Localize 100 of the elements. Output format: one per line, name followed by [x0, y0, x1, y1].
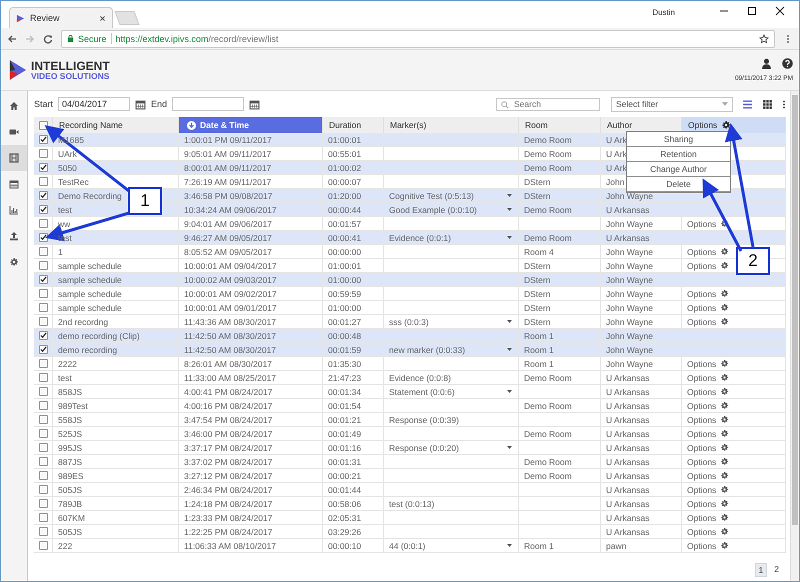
settings-icon[interactable]: [721, 120, 732, 130]
table-row[interactable]: sample schedule 10:00:01 AM 09/02/2017 00:59:59 DStern John Wayne Options: [34, 287, 786, 301]
browser-tab[interactable]: Review: [9, 7, 113, 28]
row-checkbox[interactable]: [38, 163, 48, 172]
star-icon[interactable]: [759, 34, 769, 44]
options-button[interactable]: Options: [687, 484, 730, 494]
select-all-checkbox[interactable]: [38, 120, 48, 130]
table-row[interactable]: 558JS 3:47:54 PM 08/24/2017 00:01:21 Response (0:0:39) U Arkansas Options: [34, 413, 786, 427]
close-icon[interactable]: [99, 14, 106, 22]
caret-icon[interactable]: [507, 194, 512, 197]
options-button[interactable]: Options: [687, 540, 730, 550]
menu-item[interactable]: Retention: [627, 147, 730, 162]
options-button[interactable]: Options: [687, 260, 730, 270]
maximize-icon[interactable]: [747, 6, 757, 16]
options-button[interactable]: Options: [687, 218, 730, 228]
row-checkbox[interactable]: [38, 275, 48, 284]
calendar-icon[interactable]: [249, 98, 260, 110]
row-checkbox[interactable]: [38, 177, 48, 186]
menu-item[interactable]: Change Author: [627, 162, 730, 177]
table-row[interactable]: demo recording (Clip) 11:42:50 AM 08/30/2017 00:00:48 Room 1 John Wayne: [34, 329, 786, 343]
menu-item[interactable]: Sharing: [627, 132, 730, 147]
row-checkbox[interactable]: [38, 541, 48, 550]
options-button[interactable]: Options: [687, 400, 730, 410]
column-header[interactable]: Date & Time: [179, 117, 323, 133]
profile-name[interactable]: Dustin: [652, 8, 675, 17]
table-row[interactable]: sample schedule 10:00:01 AM 09/01/2017 01:00:00 DStern John Wayne Options: [34, 301, 786, 315]
caret-icon[interactable]: [507, 544, 512, 547]
row-checkbox[interactable]: [38, 303, 48, 312]
options-button[interactable]: Options: [687, 526, 730, 536]
reload-icon[interactable]: [43, 34, 53, 44]
options-button[interactable]: Options: [687, 498, 730, 508]
options-button[interactable]: Options: [687, 302, 730, 312]
row-checkbox[interactable]: [38, 233, 48, 242]
options-button[interactable]: Options: [687, 470, 730, 480]
page-button[interactable]: 2: [771, 563, 782, 577]
end-date-field[interactable]: [172, 97, 244, 111]
row-checkbox[interactable]: [38, 149, 48, 158]
table-row[interactable]: 989Test 4:00:16 PM 08/24/2017 00:01:54 Demo Room U Arkansas Options: [34, 399, 786, 413]
table-row[interactable]: 2222 8:26:01 AM 08/30/2017 01:35:30 Room 1 John Wayne Options: [34, 357, 786, 371]
row-checkbox[interactable]: [38, 485, 48, 494]
table-row[interactable]: 789JB 1:24:18 PM 08/24/2017 00:58:06 test (0:0:13) U Arkansas Options: [34, 497, 786, 511]
caret-icon[interactable]: [507, 236, 512, 239]
row-checkbox[interactable]: [38, 289, 48, 298]
sidebar-item[interactable]: [1, 145, 27, 171]
filter-dropdown[interactable]: Select filter: [611, 96, 733, 112]
caret-icon[interactable]: [507, 208, 512, 211]
row-checkbox[interactable]: [38, 331, 48, 340]
row-checkbox[interactable]: [38, 135, 48, 144]
calendar-icon[interactable]: [135, 98, 146, 110]
table-row[interactable]: 505JS 2:46:34 PM 08/24/2017 00:01:44 U Arkansas Options: [34, 483, 786, 497]
table-row[interactable]: sample schedule 10:00:02 AM 09/03/2017 01:00:00 DStern John Wayne: [34, 273, 786, 287]
row-checkbox[interactable]: [38, 415, 48, 424]
help-icon[interactable]: [782, 58, 793, 69]
row-checkbox[interactable]: [38, 219, 48, 228]
row-checkbox[interactable]: [38, 191, 48, 200]
row-checkbox[interactable]: [38, 345, 48, 354]
options-button[interactable]: Options: [687, 372, 730, 382]
table-row[interactable]: 887JS 3:37:02 PM 08/24/2017 00:01:31 Demo Room U Arkansas Options: [34, 455, 786, 469]
table-row[interactable]: 995JS 3:37:17 PM 08/24/2017 00:01:16 Response (0:0:20) U Arkansas Options: [34, 441, 786, 455]
table-row[interactable]: 525JS 3:46:00 PM 08/24/2017 00:01:49 Demo Room U Arkansas Options: [34, 427, 786, 441]
options-button[interactable]: Options: [687, 288, 730, 298]
row-checkbox[interactable]: [38, 527, 48, 536]
options-button[interactable]: Options: [687, 358, 730, 368]
row-checkbox[interactable]: [38, 373, 48, 382]
more-icon[interactable]: [782, 98, 786, 110]
row-checkbox[interactable]: [38, 205, 48, 214]
table-row[interactable]: 222 11:06:33 AM 08/10/2017 00:00:10 44 (0:0:1) Room 1 pawn Options: [34, 539, 786, 553]
row-checkbox[interactable]: [38, 387, 48, 396]
options-button[interactable]: Options: [687, 316, 730, 326]
address-bar[interactable]: Secure https://extdev.ipivs.com/record/review/list: [61, 30, 775, 48]
row-checkbox[interactable]: [38, 261, 48, 270]
row-checkbox[interactable]: [38, 317, 48, 326]
options-button[interactable]: Options: [687, 428, 730, 438]
caret-icon[interactable]: [507, 348, 512, 351]
caret-icon[interactable]: [507, 446, 512, 449]
caret-icon[interactable]: [507, 390, 512, 393]
table-row[interactable]: 989ES 3:27:12 PM 08/24/2017 00:00:21 Demo Room U Arkansas Options: [34, 469, 786, 483]
menu-item[interactable]: Delete: [627, 177, 730, 192]
options-button[interactable]: Options: [687, 414, 730, 424]
options-button[interactable]: Options: [687, 512, 730, 522]
start-date-field[interactable]: 04/04/2017: [58, 97, 130, 111]
row-checkbox[interactable]: [38, 513, 48, 522]
options-button[interactable]: Options: [687, 456, 730, 466]
row-checkbox[interactable]: [38, 401, 48, 410]
scrollbar-thumb[interactable]: [792, 95, 798, 525]
row-checkbox[interactable]: [38, 499, 48, 508]
list-view-icon[interactable]: [742, 98, 753, 110]
table-row[interactable]: 505JS 1:22:25 PM 08/24/2017 03:29:26 U Arkansas Options: [34, 525, 786, 539]
caret-icon[interactable]: [507, 320, 512, 323]
page-button[interactable]: 1: [754, 563, 768, 577]
options-button[interactable]: Options: [687, 442, 730, 452]
row-checkbox[interactable]: [38, 247, 48, 256]
options-button[interactable]: Options: [687, 386, 730, 396]
back-arrow-icon[interactable]: [7, 34, 17, 44]
close-icon[interactable]: [775, 6, 785, 16]
row-checkbox[interactable]: [38, 359, 48, 368]
user-icon[interactable]: [761, 58, 772, 69]
search-field[interactable]: Search: [496, 98, 600, 110]
column-header[interactable]: Options: [682, 117, 786, 133]
grid-view-icon[interactable]: [762, 98, 773, 110]
